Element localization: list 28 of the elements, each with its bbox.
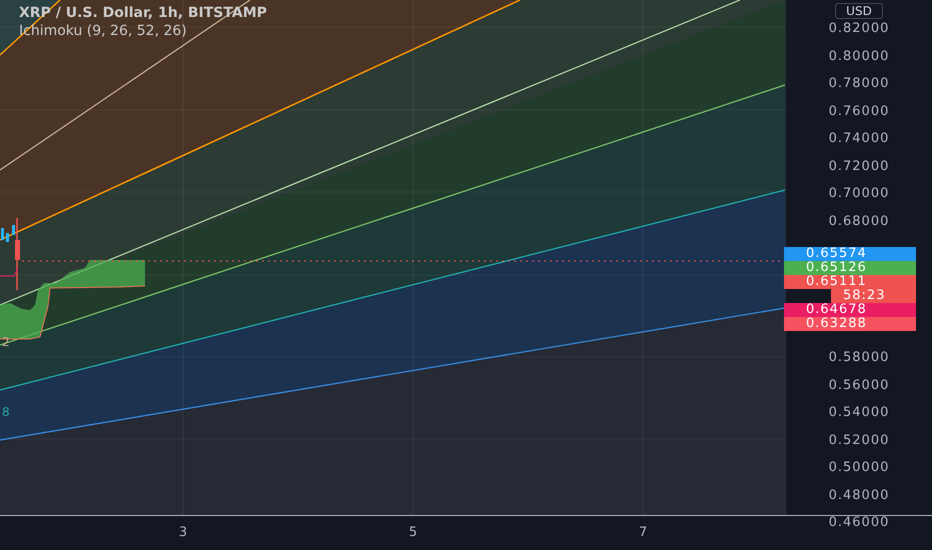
price-tick: 0.70000: [828, 185, 890, 203]
price-tick: 0.82000: [828, 20, 890, 38]
price-tag: 0.65126: [784, 261, 916, 275]
price-tick: 0.52000: [828, 432, 890, 450]
price-tick: 0.46000: [828, 514, 890, 532]
price-tag: 0.64678: [784, 303, 916, 317]
price-tick: 0.68000: [828, 212, 890, 230]
candlestick: [1, 228, 4, 240]
price-tick: 0.74000: [828, 130, 890, 148]
price-tick: 0.54000: [828, 404, 890, 422]
fan-level-label: 8: [2, 404, 10, 420]
currency-button[interactable]: USD: [835, 3, 883, 19]
price-tick: 0.50000: [828, 459, 890, 477]
price-tick: 0.78000: [828, 75, 890, 93]
time-tick: 7: [638, 524, 648, 542]
price-tag: 0.65574: [784, 247, 916, 261]
price-tag: 0.65111: [784, 275, 916, 289]
price-tick: 0.76000: [828, 102, 890, 120]
time-tick: 5: [408, 524, 418, 542]
price-tick: 0.58000: [828, 349, 890, 367]
price-tick: 0.80000: [828, 48, 890, 66]
countdown-tag: 58:23: [831, 289, 916, 303]
price-tick: 0.56000: [828, 376, 890, 394]
price-tag: 0.63288: [784, 317, 916, 331]
price-tick: 0.48000: [828, 486, 890, 504]
price-tick: 0.72000: [828, 158, 890, 176]
time-tick: 3: [178, 524, 188, 542]
indicator-line: [0, 268, 18, 276]
